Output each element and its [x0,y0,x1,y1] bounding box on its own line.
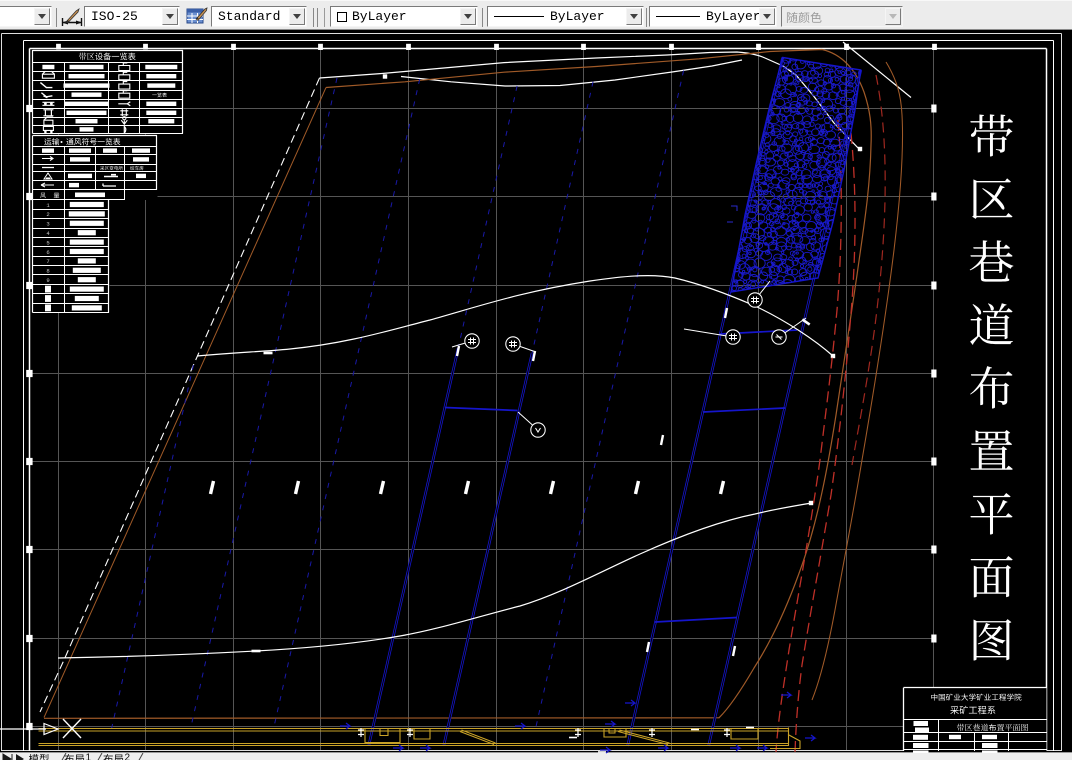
svg-text:7: 7 [46,258,49,265]
svg-text:6: 6 [46,249,49,256]
svg-text:8: 8 [46,268,49,275]
svg-text:9: 9 [46,277,49,284]
svg-text:2: 2 [46,211,49,218]
svg-text:3: 3 [46,221,49,228]
svg-text:5: 5 [46,239,49,246]
